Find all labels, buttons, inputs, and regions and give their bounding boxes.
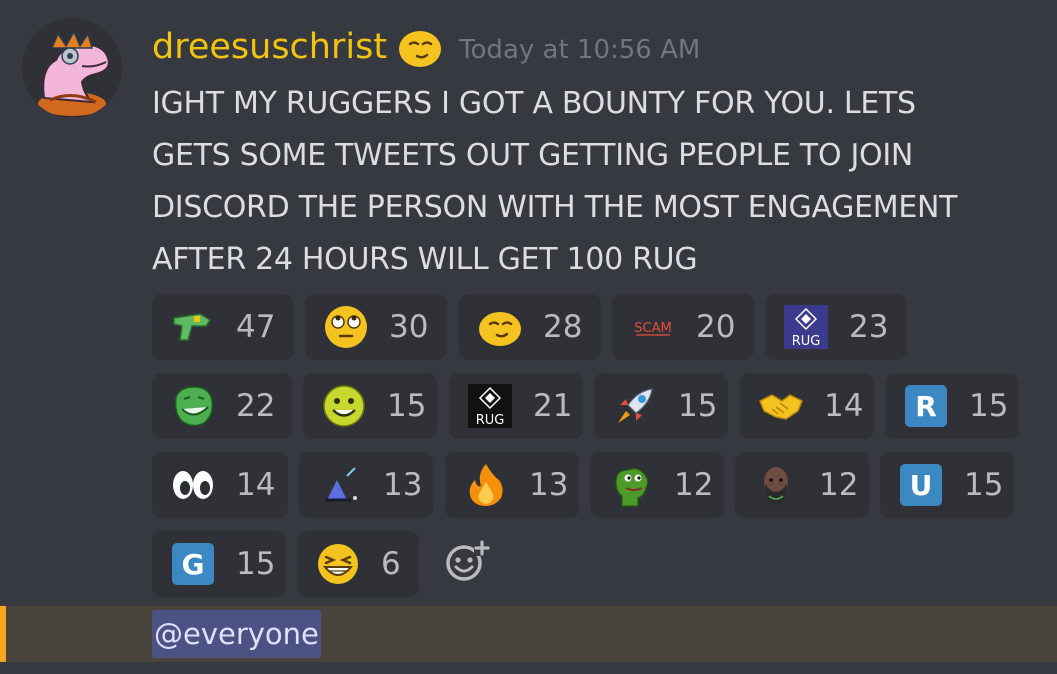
reaction-count: 20 xyxy=(696,309,736,345)
rug-logo-blue-icon: RUG xyxy=(784,305,828,349)
message: dreesuschrist Today at 10:56 AM IGHT MY … xyxy=(0,0,1057,606)
reaction-handshake[interactable]: 14 xyxy=(740,373,874,439)
message-header: dreesuschrist Today at 10:56 AM xyxy=(152,22,700,72)
reaction-rocket[interactable]: 15 xyxy=(594,373,728,439)
svg-text:RUG: RUG xyxy=(792,334,821,349)
reaction-rug-blue[interactable]: RUG 23 xyxy=(765,294,907,360)
message-content: IGHT MY RUGGERS I GOT A BOUNTY FOR YOU. … xyxy=(152,78,1042,286)
reaction-count: 30 xyxy=(389,309,429,345)
pepe-icon xyxy=(615,468,649,507)
svg-text:G: G xyxy=(182,548,205,581)
reaction-letter-g[interactable]: G 15 xyxy=(152,531,286,597)
rolling-eyes-icon xyxy=(325,306,367,348)
reaction-bearded-man[interactable]: 12 xyxy=(735,452,869,518)
wizard-icon xyxy=(325,467,357,502)
message-line: GETS SOME TWEETS OUT GETTING PEOPLE TO J… xyxy=(152,138,914,173)
reaction-grin-squint[interactable]: 6 xyxy=(297,531,419,597)
bearded-man-icon xyxy=(764,467,788,506)
message-line: IGHT MY RUGGERS I GOT A BOUNTY FOR YOU. … xyxy=(152,86,916,121)
reaction-raygun[interactable]: 47 xyxy=(152,294,294,360)
reaction-rug-black[interactable]: RUG 21 xyxy=(449,373,583,439)
fire-icon xyxy=(469,464,503,506)
svg-text:RUG: RUG xyxy=(476,413,505,428)
letter-u-icon: U xyxy=(900,464,942,506)
reaction-letter-u[interactable]: U 15 xyxy=(880,452,1014,518)
reaction-count: 14 xyxy=(824,388,864,424)
smirk-moon-icon xyxy=(479,312,521,346)
reaction-count: 6 xyxy=(381,546,401,582)
rug-logo-black-icon: RUG xyxy=(468,384,512,428)
svg-text:U: U xyxy=(910,469,933,502)
reaction-count: 15 xyxy=(678,388,718,424)
reaction-count: 21 xyxy=(533,388,573,424)
handshake-icon xyxy=(759,394,803,420)
raygun-icon xyxy=(173,313,212,341)
timestamp: Today at 10:56 AM xyxy=(459,35,701,65)
reaction-pepe[interactable]: 12 xyxy=(590,452,724,518)
reaction-smirk-moon[interactable]: 28 xyxy=(459,294,601,360)
reaction-count: 15 xyxy=(387,388,427,424)
rocket-icon xyxy=(618,388,653,423)
reaction-count: 12 xyxy=(674,467,714,503)
reaction-count: 47 xyxy=(236,309,276,345)
add-reaction-icon[interactable] xyxy=(444,538,490,584)
trollface-icon xyxy=(174,386,214,427)
reaction-rolling-eyes[interactable]: 30 xyxy=(305,294,447,360)
reaction-count: 15 xyxy=(236,546,276,582)
green-smiley-icon xyxy=(323,385,365,427)
user-avatar[interactable] xyxy=(22,18,122,118)
smirk-moon-icon xyxy=(399,31,442,67)
scam-text-icon: SCAM xyxy=(634,321,671,336)
reaction-fire[interactable]: 13 xyxy=(445,452,579,518)
reaction-letter-r[interactable]: R 15 xyxy=(885,373,1019,439)
letter-r-icon: R xyxy=(905,385,947,427)
reaction-scam[interactable]: SCAM 20 xyxy=(612,294,754,360)
letter-g-icon: G xyxy=(172,543,214,585)
dinosaur-avatar-icon xyxy=(22,18,122,118)
grin-squint-icon xyxy=(318,544,358,584)
reaction-count: 13 xyxy=(529,467,569,503)
reaction-count: 13 xyxy=(383,467,423,503)
svg-text:SCAM: SCAM xyxy=(634,321,671,336)
message-line: DISCORD THE PERSON WITH THE MOST ENGAGEM… xyxy=(152,190,958,225)
reaction-count: 14 xyxy=(236,467,276,503)
username[interactable]: dreesuschrist xyxy=(152,22,387,72)
reaction-count: 28 xyxy=(543,309,583,345)
reaction-trollface[interactable]: 22 xyxy=(152,373,292,439)
reaction-green-smiley[interactable]: 15 xyxy=(303,373,437,439)
reaction-count: 12 xyxy=(819,467,859,503)
message-line: AFTER 24 HOURS WILL GET 100 RUG xyxy=(152,242,698,277)
svg-text:R: R xyxy=(915,390,937,423)
reaction-count: 23 xyxy=(849,309,889,345)
reaction-wizard[interactable]: 13 xyxy=(299,452,433,518)
reaction-count: 22 xyxy=(236,388,276,424)
reaction-count: 15 xyxy=(969,388,1009,424)
reaction-eyes[interactable]: 14 xyxy=(152,452,288,518)
reaction-count: 15 xyxy=(964,467,1004,503)
eyes-icon xyxy=(173,471,213,499)
mention-highlight-row: @everyone xyxy=(0,606,1057,662)
everyone-mention[interactable]: @everyone xyxy=(152,610,321,658)
